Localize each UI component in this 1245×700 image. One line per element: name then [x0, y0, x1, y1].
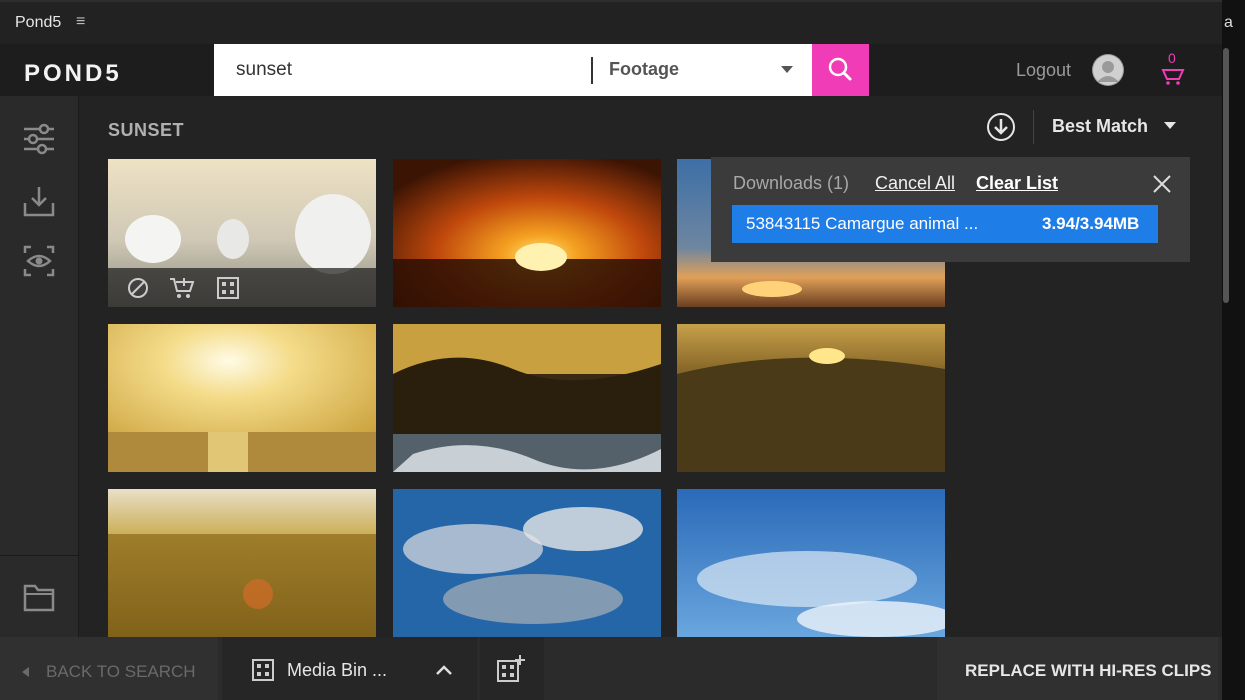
media-bin-select[interactable]: Media Bin ...: [222, 637, 477, 700]
clear-list-link[interactable]: Clear List: [976, 173, 1058, 194]
thumbnail-wheat-field[interactable]: [108, 489, 376, 637]
panel-titlebar: Pond5 ≡: [0, 0, 1222, 44]
avatar[interactable]: [1092, 54, 1124, 86]
user-icon: [1093, 55, 1123, 85]
filters-icon[interactable]: [22, 123, 56, 160]
search-input[interactable]: sunset: [214, 44, 594, 96]
add-bin-icon: [496, 655, 526, 688]
preview-eye-icon[interactable]: [23, 245, 55, 282]
sidebar-divider: [0, 555, 78, 556]
cancel-all-link[interactable]: Cancel All: [875, 173, 955, 194]
media-type-value: Footage: [609, 59, 679, 79]
divider: [1033, 110, 1034, 144]
panel-title: Pond5: [15, 14, 62, 31]
grid-icon: [251, 658, 275, 687]
thumbnail-sun-over-sea[interactable]: [108, 324, 376, 472]
download-item[interactable]: 53843115 Camargue animal ... 3.94/3.94MB: [732, 205, 1158, 243]
download-item-name: 53843115 Camargue animal ...: [746, 214, 979, 233]
downloads-label: Downloads (1): [733, 173, 850, 193]
chevron-left-icon: [22, 667, 29, 677]
scrollbar-thumb[interactable]: [1223, 48, 1229, 303]
logout-link[interactable]: Logout: [1016, 60, 1071, 81]
add-to-bin-icon[interactable]: [216, 276, 240, 305]
download-icon[interactable]: [23, 185, 55, 222]
download-item-size: 3.94/3.94MB: [1042, 214, 1140, 233]
folder-icon[interactable]: [23, 582, 55, 617]
pond5-logo[interactable]: POND5: [24, 60, 122, 88]
thumbnail-hills-sunset[interactable]: [677, 324, 945, 472]
media-bin-label: Media Bin ...: [287, 660, 388, 680]
similar-icon[interactable]: [126, 276, 150, 305]
replace-hi-res-label: REPLACE WITH HI-RES CLIPS: [965, 661, 1212, 680]
search-value: sunset: [236, 59, 292, 80]
search-icon: [828, 57, 852, 81]
cart-icon[interactable]: [1160, 66, 1186, 91]
cart-count: 0: [1168, 50, 1176, 66]
thumbnail-plants-water[interactable]: [393, 324, 661, 472]
replace-hi-res-button[interactable]: REPLACE WITH HI-RES CLIPS: [937, 637, 1218, 700]
close-icon[interactable]: [1151, 173, 1173, 200]
back-to-search-label: BACK TO SEARCH: [46, 662, 196, 681]
chevron-up-icon[interactable]: [435, 663, 453, 681]
edge-text: a: [1224, 14, 1233, 31]
download-circle-icon[interactable]: [985, 111, 1017, 148]
thumbnail-clouds-blue[interactable]: [393, 489, 661, 637]
back-to-search-button[interactable]: BACK TO SEARCH: [0, 637, 218, 700]
chevron-down-icon: [781, 66, 793, 73]
search-button[interactable]: [812, 44, 869, 96]
thumbnail-blue-sky[interactable]: [677, 489, 945, 637]
sort-select[interactable]: Best Match: [1052, 116, 1148, 137]
thumbnail-orange-sunset[interactable]: [393, 159, 661, 307]
add-bin-button[interactable]: [480, 637, 544, 700]
hamburger-icon[interactable]: ≡: [76, 13, 85, 31]
downloads-popup: Downloads (1) Cancel All Clear List 5384…: [711, 157, 1190, 262]
page-title: SUNSET: [108, 120, 185, 140]
add-to-cart-icon[interactable]: [168, 276, 196, 305]
media-type-select[interactable]: Footage: [593, 44, 812, 96]
chevron-down-icon[interactable]: [1164, 122, 1176, 129]
